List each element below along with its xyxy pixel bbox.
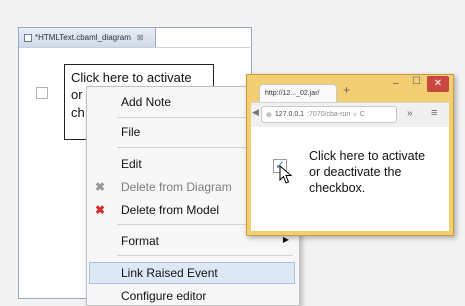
diagram-checkbox[interactable] — [36, 87, 48, 99]
editor-tab[interactable]: *HTMLText.cbaml_diagram ⊠ — [18, 27, 156, 47]
url-path: :7070/cba-run — [307, 111, 351, 118]
url-bar[interactable]: ⊕ 127.0.0.1:7070/cba-run ▿ C — [261, 106, 397, 123]
reload-icon[interactable]: C — [360, 111, 365, 118]
browser-toolbar: ◀ ⊕ 127.0.0.1:7070/cba-run ▿ C » ≡ — [251, 102, 449, 127]
editor-tab-title: *HTMLText.cbaml_diagram — [35, 33, 131, 42]
pointer-cursor-icon — [279, 165, 293, 184]
menu-item-delete-from-diagram: Delete from Diagram — [121, 180, 232, 194]
diagram-text-line-2: or — [71, 87, 83, 102]
overflow-icon[interactable]: » — [407, 108, 413, 119]
url-host: 127.0.0.1 — [274, 111, 305, 118]
menu-item-delete-from-model[interactable]: Delete from Model — [121, 203, 219, 217]
diagram-text-line-1: Click here to activate — [71, 70, 192, 85]
browser-window: http://12..._02.jar/ + – ☐ ✕ ◀ ⊕ 127.0.0… — [246, 74, 454, 236]
menu-item-edit[interactable]: Edit — [121, 157, 142, 171]
diagram-text-line-3: ch — [71, 105, 85, 120]
menu-item-format[interactable]: Format — [121, 234, 159, 248]
menu-item-link-raised-event[interactable]: Link Raised Event — [121, 266, 218, 280]
submenu-arrow-icon: ▶ — [282, 235, 289, 244]
browser-text-line-2: or deactivate the — [309, 165, 402, 179]
grey-x-icon: ✖ — [95, 180, 106, 194]
browser-tab[interactable]: http://12..._02.jar/ — [259, 84, 337, 102]
browser-tab-title: http://12..._02.jar/ — [265, 90, 320, 97]
browser-content: ✓ Click here to activate or deactivate t… — [251, 127, 449, 231]
menu-separator — [117, 255, 293, 256]
red-x-icon: ✖ — [95, 203, 106, 217]
back-arrow-icon[interactable]: ◀ — [252, 107, 259, 118]
menu-item-file[interactable]: File — [121, 125, 140, 139]
browser-text-line-1: Click here to activate — [309, 149, 426, 163]
dropdown-icon[interactable]: ▿ — [353, 111, 357, 119]
hamburger-menu-icon[interactable]: ≡ — [431, 107, 437, 119]
maximize-button[interactable]: ☐ — [412, 76, 421, 87]
editor-divider — [19, 47, 250, 48]
close-button[interactable]: ✕ — [427, 76, 449, 92]
tab-close-icon[interactable]: ⊠ — [137, 33, 144, 42]
browser-text-line-3: checkbox. — [309, 181, 366, 195]
diagram-file-icon — [24, 33, 32, 42]
minimize-button[interactable]: – — [393, 78, 399, 89]
menu-item-add-note[interactable]: Add Note — [121, 95, 171, 109]
menu-item-configure-editor[interactable]: Configure editor — [121, 289, 206, 303]
new-tab-button[interactable]: + — [343, 83, 350, 97]
globe-icon: ⊕ — [266, 111, 272, 119]
